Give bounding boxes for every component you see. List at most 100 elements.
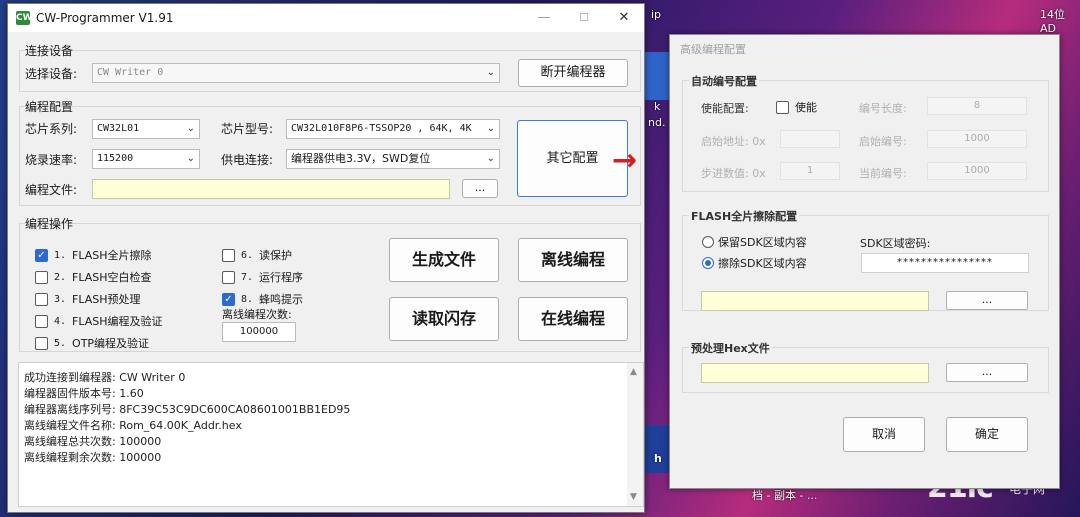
desktop-snippet-h: h (654, 452, 662, 465)
flash-erase-title: FLASH全片擦除配置 (689, 208, 800, 224)
minimize-button[interactable]: — (524, 4, 564, 32)
option-number: 8. (241, 293, 254, 305)
option-number: 4. (54, 315, 67, 327)
desktop-app-tile-2 (645, 425, 669, 473)
cancel-button[interactable]: 取消 (843, 417, 925, 452)
desktop-snippet-ip: ip (651, 8, 662, 21)
scroll-down-icon[interactable]: ▼ (630, 492, 637, 502)
desktop-taskbar-text[interactable]: 档 - 副本 - ... (752, 487, 817, 503)
option-checkbox-1[interactable]: ✓ 1. FLASH全片擦除 (35, 247, 152, 263)
option-checkbox-8[interactable]: ✓ 8. 蜂鸣提示 (222, 291, 303, 307)
checked-icon: ✓ (35, 248, 48, 262)
red-arrow-annotation: → (612, 143, 638, 178)
preprocess-file-input[interactable] (701, 363, 929, 383)
preprocess-title: 预处理Hex文件 (689, 340, 772, 356)
maximize-button[interactable]: ☐ (564, 4, 604, 32)
start-addr-label: 启始地址: 0x (701, 135, 766, 148)
chip-model-value: CW32L010F8P6-TSSOP20 , 64K, 4K (291, 123, 472, 134)
option-label: 读保护 (259, 249, 293, 262)
erase-browse-button[interactable]: ... (946, 291, 1028, 310)
checkbox-icon (776, 100, 789, 114)
erase-sdk-label: 擦除SDK区域内容 (718, 257, 807, 270)
chip-model-select[interactable]: CW32L010F8P6-TSSOP20 , 64K, 4K ⌄ (286, 119, 500, 139)
keep-sdk-radio[interactable]: 保留SDK区域内容 (702, 234, 807, 250)
offline-count-input[interactable]: 100000 (222, 322, 296, 342)
option-number: 3. (54, 293, 67, 305)
close-button[interactable]: ✕ (604, 4, 644, 32)
chevron-down-icon: ⌄ (486, 123, 495, 134)
option-number: 5. (54, 337, 67, 349)
option-checkbox-3[interactable]: 3. FLASH预处理 (35, 291, 141, 307)
desktop-text-top-right: 14位AD (1040, 8, 1065, 35)
connect-section-title: 连接设备 (25, 44, 74, 58)
disconnect-button[interactable]: 断开编程器 (518, 59, 628, 87)
checkbox-icon (222, 270, 235, 284)
sdk-password-label: SDK区域密码: (860, 237, 931, 250)
option-checkbox-6[interactable]: 6. 读保护 (222, 247, 292, 263)
option-label: FLASH预处理 (72, 293, 141, 306)
erase-sdk-radio[interactable]: 擦除SDK区域内容 (702, 255, 807, 271)
offline-count-label: 离线编程次数: (222, 308, 292, 321)
start-addr-field[interactable] (780, 130, 840, 148)
option-checkbox-5[interactable]: 5. OTP编程及验证 (35, 335, 149, 351)
chevron-down-icon: ⌄ (486, 153, 495, 164)
title-bar[interactable]: CW CW-Programmer V1.91 — ☐ ✕ (8, 4, 644, 32)
enable-label: 使能配置: (701, 102, 749, 115)
auto-number-title: 自动编号配置 (689, 73, 759, 89)
length-field[interactable]: 8 (927, 97, 1027, 115)
online-program-button[interactable]: 在线编程 (518, 297, 628, 341)
start-number-field[interactable]: 1000 (927, 130, 1027, 148)
baud-value: 115200 (97, 153, 134, 164)
program-file-input[interactable] (92, 179, 450, 199)
program-file-label: 编程文件: (25, 183, 78, 197)
advanced-config-window: 高级编程配置 自动编号配置 使能配置: 使能 编号长度: 8 启始地址: 0x … (669, 34, 1060, 489)
option-number: 2. (54, 271, 67, 283)
radio-selected-icon (702, 257, 714, 269)
current-number-field[interactable]: 1000 (927, 162, 1027, 180)
checkbox-icon (222, 248, 235, 262)
checkbox-icon (35, 270, 48, 284)
option-checkbox-7[interactable]: 7. 运行程序 (222, 269, 303, 285)
read-flash-button[interactable]: 读取闪存 (389, 297, 499, 341)
ops-section-title: 编程操作 (25, 217, 74, 231)
enable-checkbox[interactable]: 使能 (776, 99, 817, 115)
config-section-title: 编程配置 (25, 100, 74, 114)
chevron-down-icon: ⌄ (186, 153, 195, 164)
step-field[interactable]: 1 (780, 162, 840, 180)
option-checkbox-4[interactable]: 4. FLASH编程及验证 (35, 313, 163, 329)
offline-program-button[interactable]: 离线编程 (518, 238, 628, 282)
scroll-up-icon[interactable]: ▲ (630, 367, 637, 377)
power-value: 编程器供电3.3V，SWD复位 (291, 152, 431, 165)
chip-series-select[interactable]: CW32L01 ⌄ (92, 119, 200, 139)
chip-model-label: 芯片型号: (221, 122, 274, 136)
erase-file-input[interactable] (701, 291, 929, 311)
option-number: 6. (241, 249, 254, 261)
ok-button[interactable]: 确定 (946, 417, 1028, 452)
baud-select[interactable]: 115200 ⌄ (92, 149, 200, 169)
chevron-down-icon: ⌄ (486, 67, 495, 78)
option-checkbox-2[interactable]: 2. FLASH空白检查 (35, 269, 152, 285)
preprocess-browse-button[interactable]: ... (946, 363, 1028, 382)
option-number: 7. (241, 271, 254, 283)
advanced-window-title: 高级编程配置 (680, 43, 746, 56)
sdk-password-field[interactable]: **************** (861, 253, 1029, 273)
chip-series-label: 芯片系列: (25, 122, 78, 136)
device-value: CW Writer 0 (97, 67, 164, 78)
window-title: CW-Programmer V1.91 (36, 11, 174, 25)
log-line: 离线编程文件名称: Rom_64.00K_Addr.hex (24, 419, 242, 432)
radio-icon (702, 236, 714, 248)
generate-file-button[interactable]: 生成文件 (389, 238, 499, 282)
browse-file-button[interactable]: ... (462, 179, 498, 198)
option-label: 蜂鸣提示 (259, 293, 304, 306)
option-label: FLASH空白检查 (72, 271, 152, 284)
power-label: 供电连接: (221, 153, 274, 167)
device-label: 选择设备: (25, 67, 78, 81)
power-select[interactable]: 编程器供电3.3V，SWD复位 ⌄ (286, 149, 500, 169)
option-label: FLASH编程及验证 (72, 315, 163, 328)
device-select[interactable]: CW Writer 0 ⌄ (92, 63, 500, 83)
chip-series-value: CW32L01 (97, 123, 140, 134)
log-output[interactable]: 成功连接到编程器: CW Writer 0 编程器固件版本号: 1.60 编程器离线… (18, 362, 644, 507)
log-scrollbar[interactable]: ▲ ▼ (627, 363, 643, 506)
option-number: 1. (54, 249, 67, 261)
checkbox-icon (35, 336, 48, 350)
